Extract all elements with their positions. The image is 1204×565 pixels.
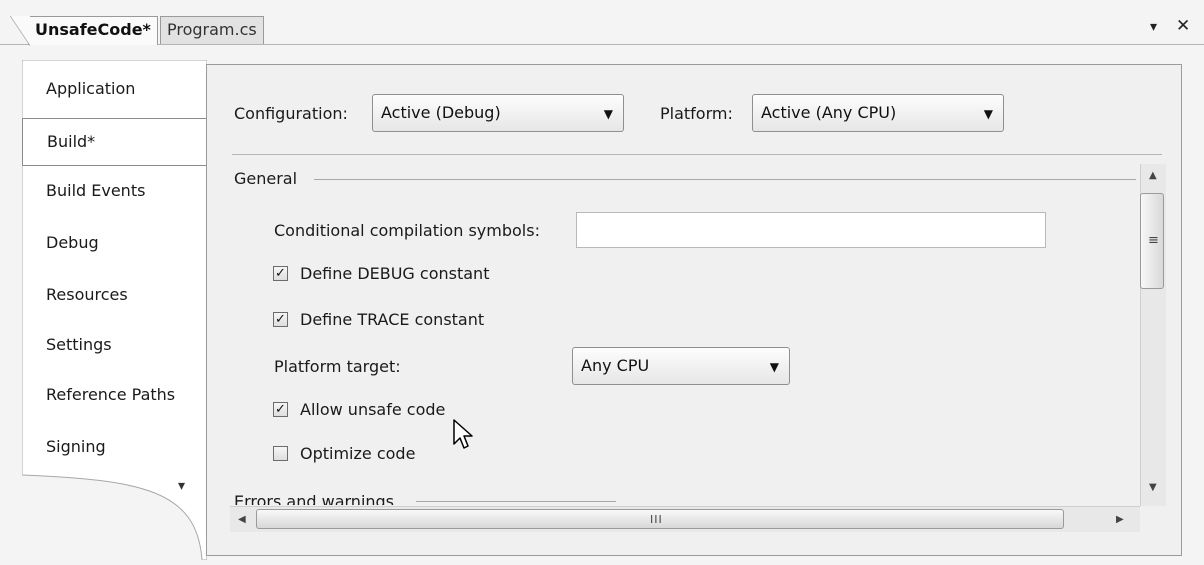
tab-unsafecode[interactable]: UnsafeCode* — [10, 16, 158, 46]
nav-item-debug[interactable]: Debug — [22, 220, 204, 268]
scroll-left-icon[interactable]: ◀ — [238, 514, 246, 525]
mouse-cursor-icon — [453, 419, 473, 449]
errors-section-heading: Errors and warnings — [234, 492, 395, 505]
tab-program-cs[interactable]: Program.cs — [160, 16, 264, 45]
define-trace-label: Define TRACE constant — [300, 310, 485, 329]
allow-unsafe-label: Allow unsafe code — [300, 400, 446, 419]
configuration-dropdown[interactable]: Active (Debug) ▼ — [372, 94, 624, 132]
tabstrip-divider — [0, 44, 1204, 45]
scroll-up-icon[interactable]: ▲ — [1149, 170, 1157, 181]
chevron-down-icon: ▼ — [603, 107, 613, 121]
nav-item-resources[interactable]: Resources — [22, 272, 204, 320]
platform-target-label: Platform target: — [274, 357, 401, 376]
grip-icon: III — [650, 513, 663, 526]
platform-target-dropdown[interactable]: Any CPU ▼ — [572, 347, 790, 385]
nav-item-reference-paths[interactable]: Reference Paths — [22, 372, 204, 420]
define-trace-checkbox[interactable]: ✓ — [273, 312, 288, 327]
header-separator — [232, 154, 1162, 155]
configuration-value: Active (Debug) — [381, 103, 501, 122]
conditional-symbols-label: Conditional compilation symbols: — [274, 221, 540, 240]
optimize-code-checkbox[interactable] — [273, 446, 288, 461]
optimize-code-label: Optimize code — [300, 444, 416, 463]
allow-unsafe-checkbox[interactable]: ✓ — [273, 402, 288, 417]
nav-item-signing[interactable]: Signing — [22, 424, 204, 472]
errors-section-clip: Errors and warnings — [232, 488, 1132, 505]
platform-dropdown[interactable]: Active (Any CPU) ▼ — [752, 94, 1004, 132]
scroll-down-icon[interactable]: ▼ — [1149, 482, 1157, 493]
nav-item-settings[interactable]: Settings — [22, 322, 204, 370]
nav-item-build[interactable]: Build* — [22, 118, 206, 166]
grip-icon: ≡ — [1148, 233, 1159, 248]
platform-label: Platform: — [660, 104, 733, 123]
platform-value: Active (Any CPU) — [761, 103, 897, 122]
nav-item-build-events[interactable]: Build Events — [22, 168, 204, 216]
window-dropdown-icon[interactable]: ▾ — [1150, 19, 1157, 35]
nav-more-icon[interactable]: ▾ — [178, 478, 185, 494]
platform-target-value: Any CPU — [581, 356, 650, 375]
errors-section-rule — [416, 501, 616, 502]
close-icon[interactable]: ✕ — [1176, 16, 1190, 36]
chevron-down-icon: ▼ — [769, 360, 779, 374]
general-section-rule — [314, 179, 1136, 180]
nav-item-application[interactable]: Application — [22, 66, 204, 114]
define-debug-checkbox[interactable]: ✓ — [273, 266, 288, 281]
configuration-label: Configuration: — [234, 104, 348, 123]
chevron-down-icon: ▼ — [983, 107, 993, 121]
scroll-right-icon[interactable]: ▶ — [1116, 514, 1124, 525]
define-debug-label: Define DEBUG constant — [300, 264, 490, 283]
conditional-symbols-input[interactable] — [576, 212, 1046, 248]
general-section-heading: General — [234, 169, 298, 188]
